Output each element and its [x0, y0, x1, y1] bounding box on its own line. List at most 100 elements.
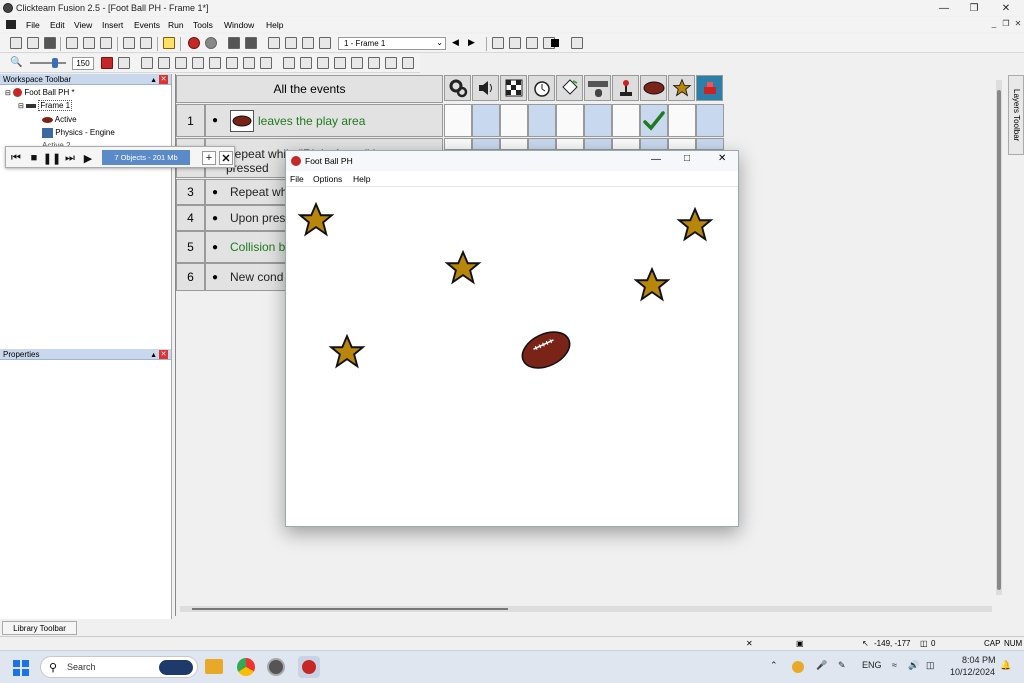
tree-app-node[interactable]: ⊟ Foot Ball PH * — [5, 88, 75, 98]
close-panel-icon[interactable]: ✕ — [159, 75, 168, 84]
weather-icon[interactable] — [792, 661, 804, 673]
vertical-scrollbar[interactable] — [996, 80, 1002, 595]
event-number[interactable]: 4 — [176, 205, 205, 231]
star-sprite[interactable] — [632, 266, 672, 304]
copy-icon[interactable] — [83, 37, 95, 49]
special-conditions-icon[interactable] — [444, 75, 471, 101]
cut-icon[interactable] — [66, 37, 78, 49]
layout-icon[interactable] — [118, 57, 130, 69]
a-text-icon[interactable] — [319, 37, 331, 49]
game-maximize-button[interactable]: □ — [684, 153, 690, 164]
ungroup-icon[interactable] — [402, 57, 414, 69]
close-button[interactable]: ✕ — [990, 0, 1022, 16]
rewind-icon[interactable]: ⏮ — [9, 151, 23, 165]
game-taskbar-slot[interactable] — [298, 656, 320, 678]
menu-help[interactable]: Help — [266, 20, 283, 30]
help-icon[interactable] — [163, 37, 175, 49]
align-center-icon[interactable] — [243, 57, 255, 69]
action-cell[interactable] — [472, 104, 500, 137]
chevron-up-icon[interactable]: ⌃ — [770, 660, 778, 671]
action-cell[interactable] — [500, 138, 528, 150]
distribute-icon[interactable] — [158, 57, 170, 69]
zoom-input[interactable]: 150 — [72, 57, 94, 70]
event-number[interactable]: 6 — [176, 263, 205, 291]
create-object-icon[interactable] — [556, 75, 583, 101]
horizontal-scroll-thumb[interactable] — [192, 608, 508, 610]
insert-event-icon[interactable] — [509, 37, 521, 49]
space-h-icon[interactable] — [283, 57, 295, 69]
action-cell[interactable] — [528, 138, 556, 150]
system-menu-icon[interactable] — [6, 20, 16, 29]
horizontal-scrollbar[interactable] — [180, 606, 992, 612]
align-right-icon[interactable] — [192, 57, 204, 69]
star-sprite[interactable] — [327, 333, 367, 371]
game-minimize-button[interactable]: — — [651, 154, 661, 165]
sound-icon[interactable] — [472, 75, 499, 101]
action-cell[interactable] — [584, 104, 612, 137]
action-cell[interactable] — [444, 104, 472, 137]
add-icon[interactable]: + — [202, 151, 216, 165]
order-back-icon[interactable] — [368, 57, 380, 69]
align-top-icon[interactable] — [209, 57, 221, 69]
keyboard-mouse-icon[interactable] — [584, 75, 611, 101]
action-cell[interactable] — [528, 104, 556, 137]
battery-icon[interactable]: ◫ — [926, 660, 935, 671]
action-cell[interactable] — [556, 104, 584, 137]
action-cell[interactable] — [584, 138, 612, 150]
joystick-player-icon[interactable] — [612, 75, 639, 101]
new-file-icon[interactable] — [10, 37, 22, 49]
mdi-close-icon[interactable]: ✕ — [1012, 19, 1024, 29]
volume-icon[interactable]: 🔊 — [908, 660, 919, 671]
minimize-button[interactable]: — — [928, 0, 960, 16]
action-cell[interactable] — [500, 104, 528, 137]
pin-icon[interactable]: ▲ — [150, 350, 157, 361]
play-icon[interactable]: ▶ — [81, 151, 95, 165]
save-icon[interactable] — [44, 37, 56, 49]
physics-engine-object-icon[interactable] — [696, 75, 723, 101]
zoom-slider-track[interactable] — [30, 62, 66, 64]
language-indicator[interactable]: ENG — [862, 660, 882, 670]
event-number[interactable]: 1 — [176, 104, 205, 137]
size-w-icon[interactable] — [317, 57, 329, 69]
action-cell-checked[interactable] — [640, 104, 668, 137]
football-sprite[interactable] — [519, 326, 573, 374]
step-forward-icon[interactable]: ⏭ — [63, 151, 77, 165]
tree-item-active[interactable]: Active — [42, 115, 77, 124]
stop-red-icon[interactable] — [188, 37, 200, 49]
game-menu-help[interactable]: Help — [353, 174, 370, 184]
star-object-icon[interactable] — [668, 75, 695, 101]
align-left-icon[interactable] — [175, 57, 187, 69]
action-cell[interactable] — [668, 104, 696, 137]
chrome-icon[interactable] — [237, 658, 255, 676]
group-icon[interactable] — [385, 57, 397, 69]
event-number[interactable]: 3 — [176, 179, 205, 205]
event-list-icon[interactable] — [285, 37, 297, 49]
close-player-icon[interactable]: ✕ — [219, 151, 233, 165]
action-cell[interactable] — [696, 104, 724, 137]
undo-icon[interactable] — [123, 37, 135, 49]
next-frame-icon[interactable]: ▶ — [468, 37, 475, 48]
space-v-icon[interactable] — [300, 57, 312, 69]
red-book-icon[interactable] — [101, 57, 113, 69]
pin-icon[interactable]: ▲ — [150, 75, 157, 86]
previous-frame-icon[interactable]: ◀ — [452, 37, 459, 48]
clock-time[interactable]: 8:04 PM — [962, 655, 996, 665]
mdi-restore-icon[interactable]: ❐ — [1000, 19, 1012, 29]
menu-events[interactable]: Events — [134, 20, 160, 30]
close-panel-icon[interactable]: ✕ — [159, 350, 168, 359]
star-sprite[interactable] — [675, 206, 715, 244]
tree-item-physics[interactable]: Physics - Engine — [42, 128, 115, 138]
mdi-minimize-icon[interactable]: _ — [988, 19, 1000, 29]
windows-start-icon[interactable] — [13, 660, 29, 676]
action-cell[interactable] — [556, 138, 584, 150]
taskbar-search-box[interactable]: ⚲ Search — [40, 656, 198, 678]
football-object-icon[interactable] — [640, 75, 667, 101]
action-cell[interactable] — [612, 138, 640, 150]
star-sprite[interactable] — [443, 249, 483, 287]
build-icon[interactable] — [571, 37, 583, 49]
event-condition-row[interactable]: ● leaves the play area — [205, 104, 443, 137]
vertical-scroll-thumb[interactable] — [997, 90, 1001, 590]
frame-editor-icon[interactable] — [245, 37, 257, 49]
menu-insert[interactable]: Insert — [102, 20, 123, 30]
library-toolbar-tab[interactable]: Library Toolbar — [2, 621, 77, 635]
